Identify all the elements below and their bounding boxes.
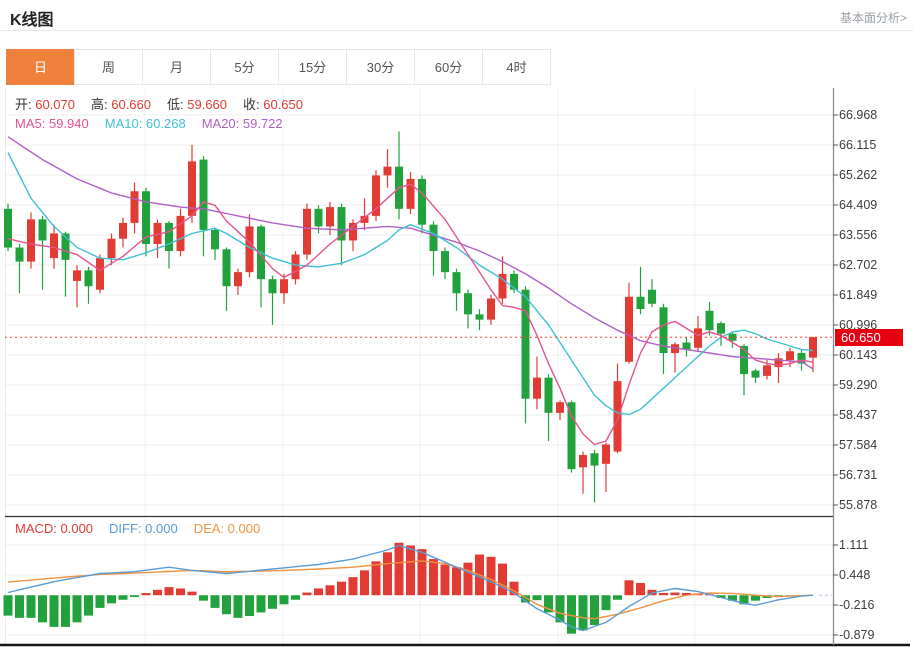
price-axis-label: 64.409 bbox=[839, 197, 909, 213]
price-axis-label: 61.849 bbox=[839, 287, 909, 303]
price-axis-label: 60.143 bbox=[839, 347, 909, 363]
readout-item: 低: 59.660 bbox=[167, 97, 227, 112]
macd-axis-label: 1.111 bbox=[839, 537, 909, 553]
readout-item: MA20: 59.722 bbox=[202, 116, 283, 131]
kline-app: K线图 基本面分析> 日周月5分15分30分60分4时 开: 60.070高: … bbox=[0, 0, 913, 647]
price-axis-label: 65.262 bbox=[839, 167, 909, 183]
price-axis-label: 59.290 bbox=[839, 377, 909, 393]
price-axis-label: 58.437 bbox=[839, 407, 909, 423]
readout-item: MA10: 60.268 bbox=[105, 116, 186, 131]
macd-axis-label: -0.879 bbox=[839, 627, 909, 643]
readout-item: MACD: 0.000 bbox=[15, 521, 93, 536]
price-axis-label: 66.968 bbox=[839, 107, 909, 123]
price-axis-label: 63.556 bbox=[839, 227, 909, 243]
price-axis-label: 66.115 bbox=[839, 137, 909, 153]
ma-readout: MA5: 59.940 MA10: 60.268 MA20: 59.722 bbox=[15, 116, 299, 131]
current-price-badge: 60.650 bbox=[835, 329, 903, 346]
readout-item: 开: 60.070 bbox=[15, 97, 75, 112]
price-axis-label: 62.702 bbox=[839, 257, 909, 273]
macd-axis-label: -0.216 bbox=[839, 597, 909, 613]
ohlc-readout: 开: 60.070 高: 60.660 低: 59.660 收: 60.650 bbox=[15, 94, 319, 113]
readout-item: DEA: 0.000 bbox=[194, 521, 261, 536]
price-axis-label: 55.878 bbox=[839, 497, 909, 513]
readout-item: 收: 60.650 bbox=[243, 97, 303, 112]
readout-item: 高: 60.660 bbox=[91, 97, 151, 112]
macd-readout: MACD: 0.000 DIFF: 0.000 DEA: 0.000 bbox=[15, 521, 276, 536]
readout-item: MA5: 59.940 bbox=[15, 116, 89, 131]
readout-item: DIFF: 0.000 bbox=[109, 521, 178, 536]
macd-axis-label: 0.448 bbox=[839, 567, 909, 583]
price-axis-label: 56.731 bbox=[839, 467, 909, 483]
price-axis-label: 57.584 bbox=[839, 437, 909, 453]
